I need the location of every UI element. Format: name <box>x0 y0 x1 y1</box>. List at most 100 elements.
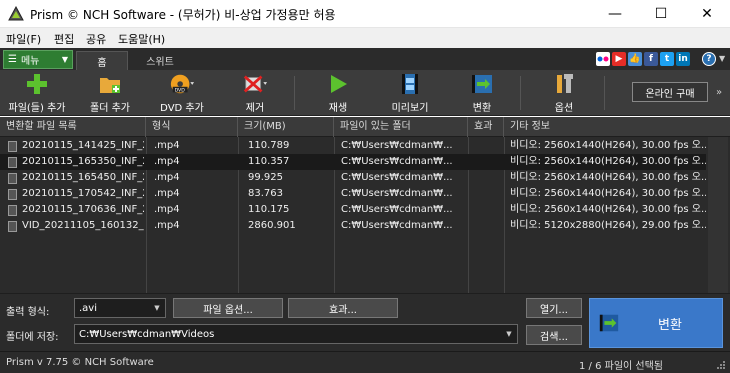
save-folder-value: C:₩Users₩cdman₩Videos <box>79 328 215 340</box>
table-row[interactable]: 20210115_170542_INF_2 .mp4 83.763 C:₩Use… <box>0 186 706 202</box>
file-size: 110.175 <box>248 204 290 215</box>
column-header-effects[interactable]: 효과 <box>468 117 504 137</box>
file-options-button[interactable]: 파일 옵션... <box>173 298 283 318</box>
browse-button[interactable]: 검색... <box>526 325 582 345</box>
output-format-select[interactable]: .avi ▼ <box>74 298 166 318</box>
file-effect <box>472 170 502 186</box>
facebook-icon[interactable]: f <box>644 52 658 66</box>
maximize-button[interactable]: ☐ <box>638 0 684 28</box>
file-size: 99.925 <box>248 172 283 183</box>
minimize-button[interactable]: — <box>592 0 638 28</box>
table-row[interactable]: VID_20211105_160132_... .mp4 2860.901 C:… <box>0 218 706 234</box>
table-row[interactable]: 20210115_170636_INF_2 .mp4 110.175 C:₩Us… <box>0 202 706 218</box>
table-row[interactable]: 20210115_165450_INF_2 .mp4 99.925 C:₩Use… <box>0 170 706 186</box>
vertical-scrollbar[interactable] <box>708 137 728 293</box>
save-folder-select[interactable]: C:₩Users₩cdman₩Videos ▼ <box>74 324 518 344</box>
like-icon[interactable]: 👍 <box>628 52 642 66</box>
tab-home[interactable]: 홈 <box>76 51 128 70</box>
file-format: .mp4 <box>154 140 180 151</box>
convert-button[interactable]: 변환 <box>589 298 723 348</box>
video-file-icon <box>8 221 17 232</box>
add-dvd-button[interactable]: DVD DVD 추가 <box>152 72 212 114</box>
menu-share[interactable]: 공유 <box>86 31 106 47</box>
file-effect <box>472 218 502 234</box>
file-format: .mp4 <box>154 156 180 167</box>
svg-text:DVD: DVD <box>175 87 186 93</box>
file-size: 2860.901 <box>248 220 296 231</box>
column-header-size[interactable]: 크기(MB) <box>238 117 334 137</box>
convert-icon <box>599 314 619 332</box>
help-chevron-icon[interactable]: ▼ <box>719 54 725 63</box>
file-effect <box>472 186 502 202</box>
video-file-icon <box>8 157 17 168</box>
file-folder: C:₩Users₩cdman₩... <box>341 220 453 231</box>
tab-suite[interactable]: 스위트 <box>135 51 185 70</box>
add-folder-label: 폴더 추가 <box>90 103 130 114</box>
preview-label: 미리보기 <box>391 103 429 114</box>
convert-icon <box>469 72 495 96</box>
toolbar-divider <box>520 76 521 110</box>
chevron-down-icon: ▼ <box>506 330 512 338</box>
effects-button[interactable]: 효과... <box>288 298 398 318</box>
flickr-icon[interactable] <box>596 52 610 66</box>
add-files-label: 파일(들) 추가 <box>8 103 66 114</box>
convert-button-label: 변환 <box>658 317 682 333</box>
options-button[interactable]: 옵션 <box>544 72 584 114</box>
convert-toolbar-label: 변환 <box>472 103 492 114</box>
file-name: 20210115_165350_INF_2 <box>22 156 144 167</box>
column-header-info[interactable]: 기타 정보 <box>504 117 708 137</box>
file-info: 비디오: 2560x1440(H264), 30.00 fps 오... <box>510 156 706 167</box>
file-name: VID_20211105_160132_... <box>22 220 144 231</box>
film-preview-icon <box>397 72 423 96</box>
menu-edit[interactable]: 편집 <box>54 31 74 47</box>
file-folder: C:₩Users₩cdman₩... <box>341 156 453 167</box>
file-folder: C:₩Users₩cdman₩... <box>341 204 453 215</box>
table-header: 변환할 파일 목록 형식 크기(MB) 파일이 있는 폴더 효과 기타 정보 <box>0 117 730 137</box>
file-effect <box>472 202 502 218</box>
ribbon-tab-row: ☰ 메뉴 ▼ 홈 스위트 ▶ 👍 f t in ? ▼ <box>0 48 730 70</box>
preview-button[interactable]: 미리보기 <box>384 72 436 114</box>
menu-file[interactable]: 파일(F) <box>6 31 41 47</box>
column-header-folder[interactable]: 파일이 있는 폴더 <box>334 117 468 137</box>
prism-app-icon <box>8 6 24 21</box>
remove-label: 제거 <box>245 103 265 114</box>
output-format-value: .avi <box>79 302 98 314</box>
video-file-icon <box>8 205 17 216</box>
file-info: 비디오: 5120x2880(H264), 29.00 fps 오... <box>510 220 706 231</box>
add-folder-button[interactable]: 폴더 추가 <box>84 72 136 114</box>
file-info: 비디오: 2560x1440(H264), 30.00 fps 오... <box>510 188 706 199</box>
help-icon[interactable]: ? <box>702 52 716 66</box>
table-row[interactable]: 20210115_141425_INF_2 .mp4 110.789 C:₩Us… <box>0 138 706 154</box>
twitter-icon[interactable]: t <box>660 52 674 66</box>
toolbar: 파일(들) 추가 폴더 추가 DVD DVD 추가 제거 재생 미리보기 변환 … <box>0 70 730 116</box>
file-folder: C:₩Users₩cdman₩... <box>341 140 453 151</box>
buy-online-button[interactable]: 온라인 구매 <box>632 82 708 102</box>
file-size: 83.763 <box>248 188 283 199</box>
file-format: .mp4 <box>154 220 180 231</box>
plus-icon <box>24 72 50 96</box>
open-button[interactable]: 열기... <box>526 298 582 318</box>
menu-help[interactable]: 도움말(H) <box>118 31 165 47</box>
convert-toolbar-button[interactable]: 변환 <box>460 72 504 114</box>
dvd-icon: DVD <box>169 72 195 96</box>
play-button[interactable]: 재생 <box>318 72 358 114</box>
hamburger-icon: ☰ <box>8 54 17 65</box>
column-header-format[interactable]: 형식 <box>146 117 238 137</box>
remove-button[interactable]: 제거 <box>232 72 278 114</box>
youtube-icon[interactable]: ▶ <box>612 52 626 66</box>
linkedin-icon[interactable]: in <box>676 52 690 66</box>
video-file-icon <box>8 141 17 152</box>
file-name: 20210115_170636_INF_2 <box>22 204 144 215</box>
table-row-selected[interactable]: 20210115_165350_INF_2 .mp4 110.357 C:₩Us… <box>0 154 706 170</box>
column-header-name[interactable]: 변환할 파일 목록 <box>0 117 146 137</box>
file-effect <box>472 138 502 154</box>
video-file-icon <box>8 173 17 184</box>
resize-grip-icon[interactable] <box>716 360 726 370</box>
main-menu-button[interactable]: ☰ 메뉴 ▼ <box>3 50 73 69</box>
add-files-button[interactable]: 파일(들) 추가 <box>4 72 70 114</box>
file-format: .mp4 <box>154 204 180 215</box>
close-button[interactable]: ✕ <box>684 0 730 28</box>
file-info: 비디오: 2560x1440(H264), 30.00 fps 오... <box>510 140 706 151</box>
toolbar-overflow-icon[interactable]: » <box>716 87 722 98</box>
file-info: 비디오: 2560x1440(H264), 30.00 fps 오... <box>510 204 706 215</box>
